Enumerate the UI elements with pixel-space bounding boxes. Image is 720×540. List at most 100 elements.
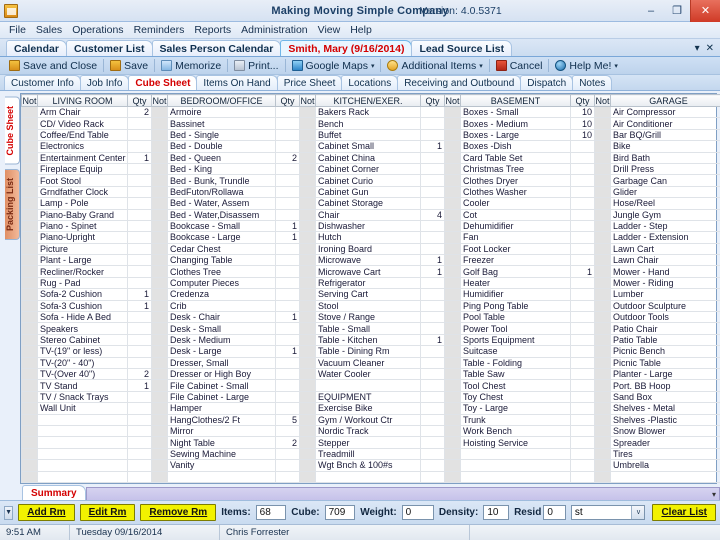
note-cell[interactable] [595, 175, 611, 186]
item-name-cell[interactable]: Hamper [168, 403, 276, 414]
table-row[interactable]: Entertainment Center1Bed - Queen2Cabinet… [22, 152, 720, 163]
item-qty-cell[interactable]: 2 [276, 152, 300, 163]
item-name-cell[interactable]: Gym / Workout Ctr [316, 414, 421, 425]
item-qty-cell[interactable] [276, 255, 300, 266]
item-qty-cell[interactable] [128, 118, 152, 129]
item-name-cell[interactable]: Piano - Spinet [38, 220, 128, 231]
item-qty-cell[interactable] [276, 266, 300, 277]
note-cell[interactable] [22, 323, 38, 334]
item-qty-cell[interactable] [571, 323, 595, 334]
item-name-cell[interactable]: Treadmill [316, 448, 421, 459]
item-name-cell[interactable]: Air Compressor [611, 107, 720, 118]
note-cell[interactable] [22, 232, 38, 243]
item-qty-cell[interactable] [128, 425, 152, 436]
item-name-cell[interactable]: Pool Table [461, 312, 571, 323]
note-cell[interactable] [595, 186, 611, 197]
table-row[interactable]: CD/ Video RackBassinetBenchBoxes - Mediu… [22, 118, 720, 129]
note-cell[interactable] [152, 460, 168, 471]
item-name-cell[interactable]: EQUIPMENT [316, 391, 421, 402]
item-qty-cell[interactable]: 2 [276, 437, 300, 448]
item-qty-cell[interactable] [276, 334, 300, 345]
item-name-cell[interactable]: Microwave Cart [316, 266, 421, 277]
item-qty-cell[interactable] [421, 186, 445, 197]
item-name-cell[interactable] [168, 471, 276, 482]
item-qty-cell[interactable] [128, 175, 152, 186]
item-qty-cell[interactable] [128, 209, 152, 220]
item-name-cell[interactable]: Cabinet China [316, 152, 421, 163]
item-qty-cell[interactable] [421, 391, 445, 402]
tab-receiving-and-outbound[interactable]: Receiving and Outbound [397, 75, 521, 90]
item-name-cell[interactable]: Outdoor Tools [611, 312, 720, 323]
item-name-cell[interactable]: TV Stand [38, 380, 128, 391]
table-row[interactable]: Night Table2StepperHoisting ServiceSprea… [22, 437, 720, 448]
item-name-cell[interactable]: Planter - Large [611, 368, 720, 379]
item-name-cell[interactable]: TV-(19" or less) [38, 346, 128, 357]
table-row[interactable]: TV-(19" or less)Desk - Large1Table - Din… [22, 346, 720, 357]
item-qty-cell[interactable] [571, 277, 595, 288]
weight-field[interactable]: 0 [402, 505, 434, 520]
toolbar-memorize[interactable]: Memorize [156, 60, 226, 72]
item-name-cell[interactable]: Cabinet Gun [316, 186, 421, 197]
item-name-cell[interactable] [38, 425, 128, 436]
item-qty-cell[interactable] [571, 357, 595, 368]
item-qty-cell[interactable] [571, 403, 595, 414]
item-qty-cell[interactable] [421, 312, 445, 323]
item-name-cell[interactable]: Stepper [316, 437, 421, 448]
item-name-cell[interactable]: Picture [38, 243, 128, 254]
note-cell[interactable] [595, 357, 611, 368]
item-name-cell[interactable]: Clothes Tree [168, 266, 276, 277]
note-cell[interactable] [595, 118, 611, 129]
note-cell[interactable] [595, 391, 611, 402]
item-name-cell[interactable]: Boxes - Small [461, 107, 571, 118]
note-cell[interactable] [445, 448, 461, 459]
item-name-cell[interactable]: Sofa - Hide A Bed [38, 312, 128, 323]
item-name-cell[interactable]: Arm Chair [38, 107, 128, 118]
note-cell[interactable] [152, 209, 168, 220]
item-qty-cell[interactable]: 2 [128, 107, 152, 118]
item-name-cell[interactable]: Sewing Machine [168, 448, 276, 459]
note-cell[interactable] [22, 300, 38, 311]
table-row[interactable]: Lamp - PoleBed - Water, AssemCabinet Sto… [22, 198, 720, 209]
item-name-cell[interactable]: Shelves -Plastic [611, 414, 720, 425]
note-cell[interactable] [300, 368, 316, 379]
item-qty-cell[interactable] [276, 163, 300, 174]
item-name-cell[interactable] [316, 380, 421, 391]
item-name-cell[interactable]: Boxes -Dish [461, 141, 571, 152]
cube-field[interactable]: 709 [325, 505, 356, 520]
note-cell[interactable] [300, 448, 316, 459]
item-qty-cell[interactable] [571, 334, 595, 345]
tab-sales-person-calendar[interactable]: Sales Person Calendar [152, 40, 282, 56]
note-cell[interactable] [152, 266, 168, 277]
item-name-cell[interactable]: Fan [461, 232, 571, 243]
item-qty-cell[interactable] [421, 289, 445, 300]
note-cell[interactable] [445, 471, 461, 482]
item-name-cell[interactable]: Card Table Set [461, 152, 571, 163]
table-row[interactable]: Stereo CabinetDesk - MediumTable - Kitch… [22, 334, 720, 345]
record-spinner-down[interactable]: ▼ [4, 506, 13, 520]
item-qty-cell[interactable] [571, 346, 595, 357]
item-qty-cell[interactable] [421, 232, 445, 243]
note-cell[interactable] [595, 220, 611, 231]
menu-item-help[interactable]: Help [345, 24, 377, 36]
note-cell[interactable] [22, 175, 38, 186]
note-cell[interactable] [300, 357, 316, 368]
item-name-cell[interactable]: Bar BQ/Grill [611, 129, 720, 140]
note-cell[interactable] [300, 186, 316, 197]
table-row[interactable]: Piano-Baby GrandBed - Water,DisassemChai… [22, 209, 720, 220]
item-name-cell[interactable]: Clothes Washer [461, 186, 571, 197]
toolbar-help-me[interactable]: Help Me! ▾ [550, 60, 623, 72]
note-cell[interactable] [22, 471, 38, 482]
item-name-cell[interactable]: Computer Pieces [168, 277, 276, 288]
note-cell[interactable] [300, 243, 316, 254]
item-qty-cell[interactable]: 1 [128, 152, 152, 163]
note-cell[interactable] [445, 243, 461, 254]
item-name-cell[interactable]: Speakers [38, 323, 128, 334]
item-qty-cell[interactable] [421, 460, 445, 471]
item-qty-cell[interactable]: 1 [571, 266, 595, 277]
item-name-cell[interactable]: Vanity [168, 460, 276, 471]
note-cell[interactable] [22, 334, 38, 345]
chevron-down-icon[interactable]: ▾ [371, 62, 375, 70]
note-cell[interactable] [22, 152, 38, 163]
item-qty-cell[interactable] [276, 471, 300, 482]
resid-field[interactable]: 0 [543, 505, 566, 520]
